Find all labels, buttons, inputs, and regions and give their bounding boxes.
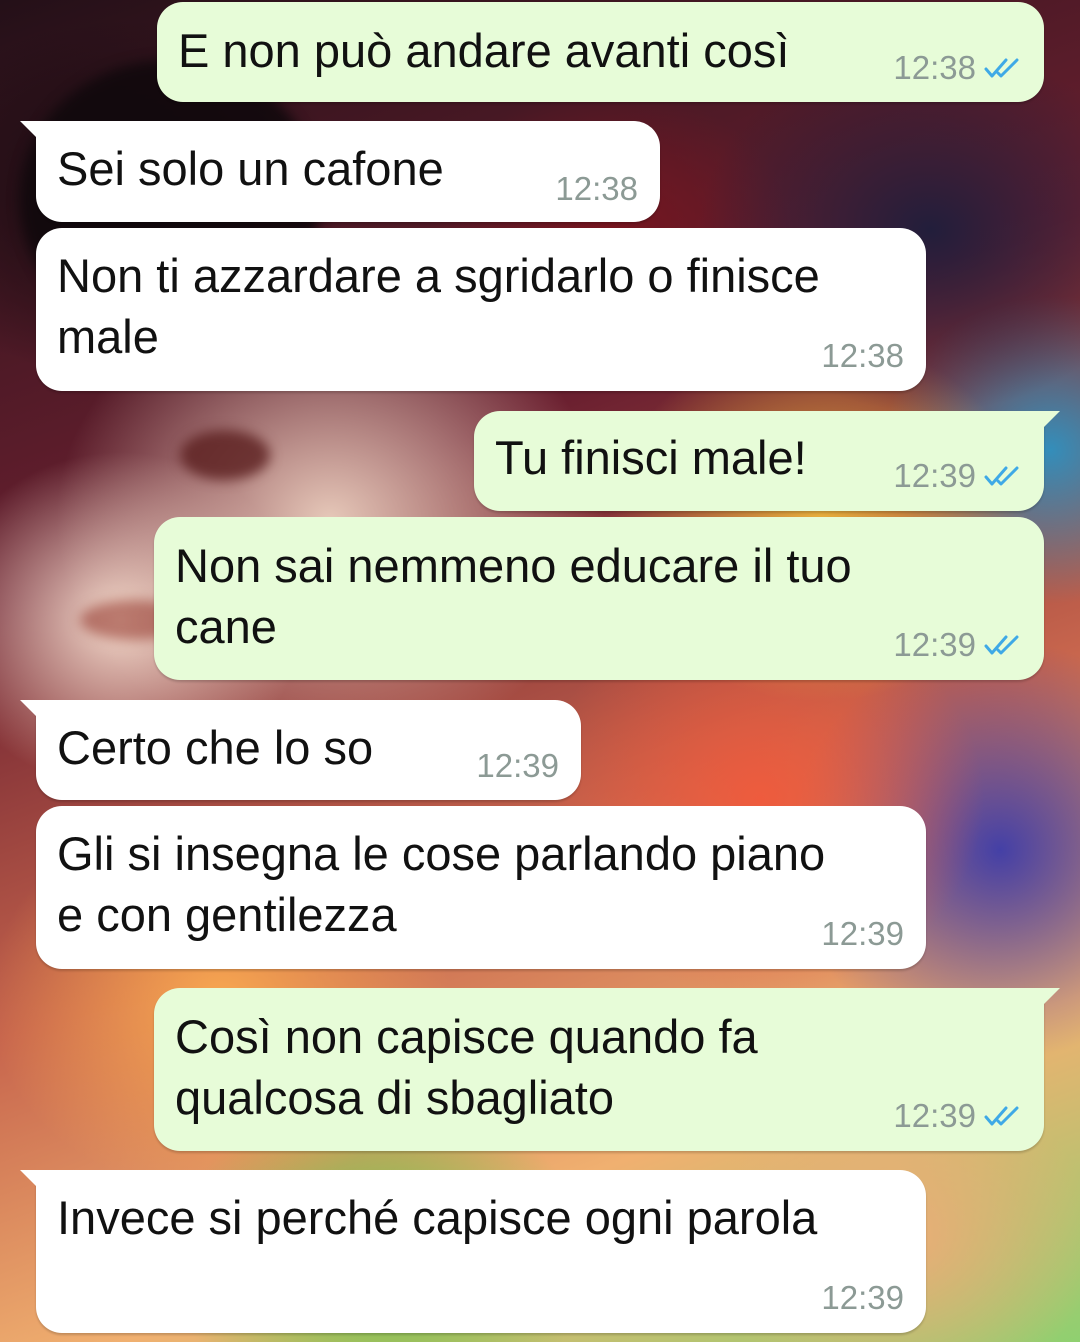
bubble-tail (1034, 411, 1060, 437)
conversation[interactable]: E non può andare avanti così 12:38 Sei s… (0, 0, 1080, 1342)
double-check-icon (984, 466, 1019, 486)
message-bubble-incoming[interactable]: Non ti azzardare a sgridarlo o finisce m… (36, 228, 926, 391)
message-meta: 12:39 (893, 627, 1022, 663)
message-text: Invece si perché capisce ogni parola (57, 1191, 818, 1244)
message-time: 12:38 (821, 337, 904, 374)
message-bubble-incoming[interactable]: Certo che lo so 12:39 (20, 700, 581, 800)
message-time: 12:39 (893, 626, 976, 663)
message-time: 12:39 (821, 915, 904, 952)
message-meta: 12:39 (893, 458, 1022, 494)
bubble-tail (20, 1170, 46, 1196)
message-text: E non può andare avanti così (178, 24, 790, 77)
message-bubble-outgoing[interactable]: E non può andare avanti così 12:38 (157, 2, 1044, 102)
message-bubble-incoming[interactable]: Gli si insegna le cose parlando piano e … (36, 806, 926, 969)
message-time: 12:39 (476, 747, 559, 784)
message-meta: 12:39 (476, 748, 559, 784)
bubble-tail (20, 121, 46, 147)
message-meta: 12:38 (893, 50, 1022, 86)
message-text: Non sai nemmeno educare il tuo cane (175, 539, 852, 653)
message-text: Gli si insegna le cose parlando piano e … (57, 827, 826, 941)
double-check-icon (984, 1106, 1019, 1126)
message-text: Così non capisce quando fa qualcosa di s… (175, 1010, 758, 1124)
message-bubble-outgoing[interactable]: Così non capisce quando fa qualcosa di s… (154, 988, 1060, 1151)
message-meta: 12:38 (821, 338, 904, 374)
message-bubble-incoming[interactable]: Sei solo un cafone 12:38 (20, 121, 660, 222)
message-bubble-incoming[interactable]: Invece si perché capisce ogni parola 12:… (20, 1170, 926, 1333)
message-time: 12:39 (821, 1279, 904, 1316)
message-time: 12:38 (893, 49, 976, 86)
bubble-tail (1034, 988, 1060, 1014)
message-bubble-outgoing[interactable]: Non sai nemmeno educare il tuo cane 12:3… (154, 517, 1044, 680)
double-check-icon (984, 635, 1019, 655)
message-bubble-outgoing[interactable]: Tu finisci male! 12:39 (474, 411, 1060, 511)
message-time: 12:39 (893, 1097, 976, 1134)
message-meta: 12:39 (821, 916, 904, 952)
message-meta: 12:38 (555, 171, 638, 207)
message-text: Non ti azzardare a sgridarlo o finisce m… (57, 249, 820, 363)
message-time: 12:39 (893, 457, 976, 494)
bubble-tail (20, 700, 46, 726)
message-meta: 12:39 (893, 1098, 1022, 1134)
double-check-icon (984, 58, 1019, 78)
message-text: Tu finisci male! (495, 431, 807, 484)
message-time: 12:38 (555, 170, 638, 207)
message-text: Certo che lo so (57, 721, 374, 774)
message-text: Sei solo un cafone (57, 142, 444, 195)
message-meta: 12:39 (821, 1280, 904, 1316)
